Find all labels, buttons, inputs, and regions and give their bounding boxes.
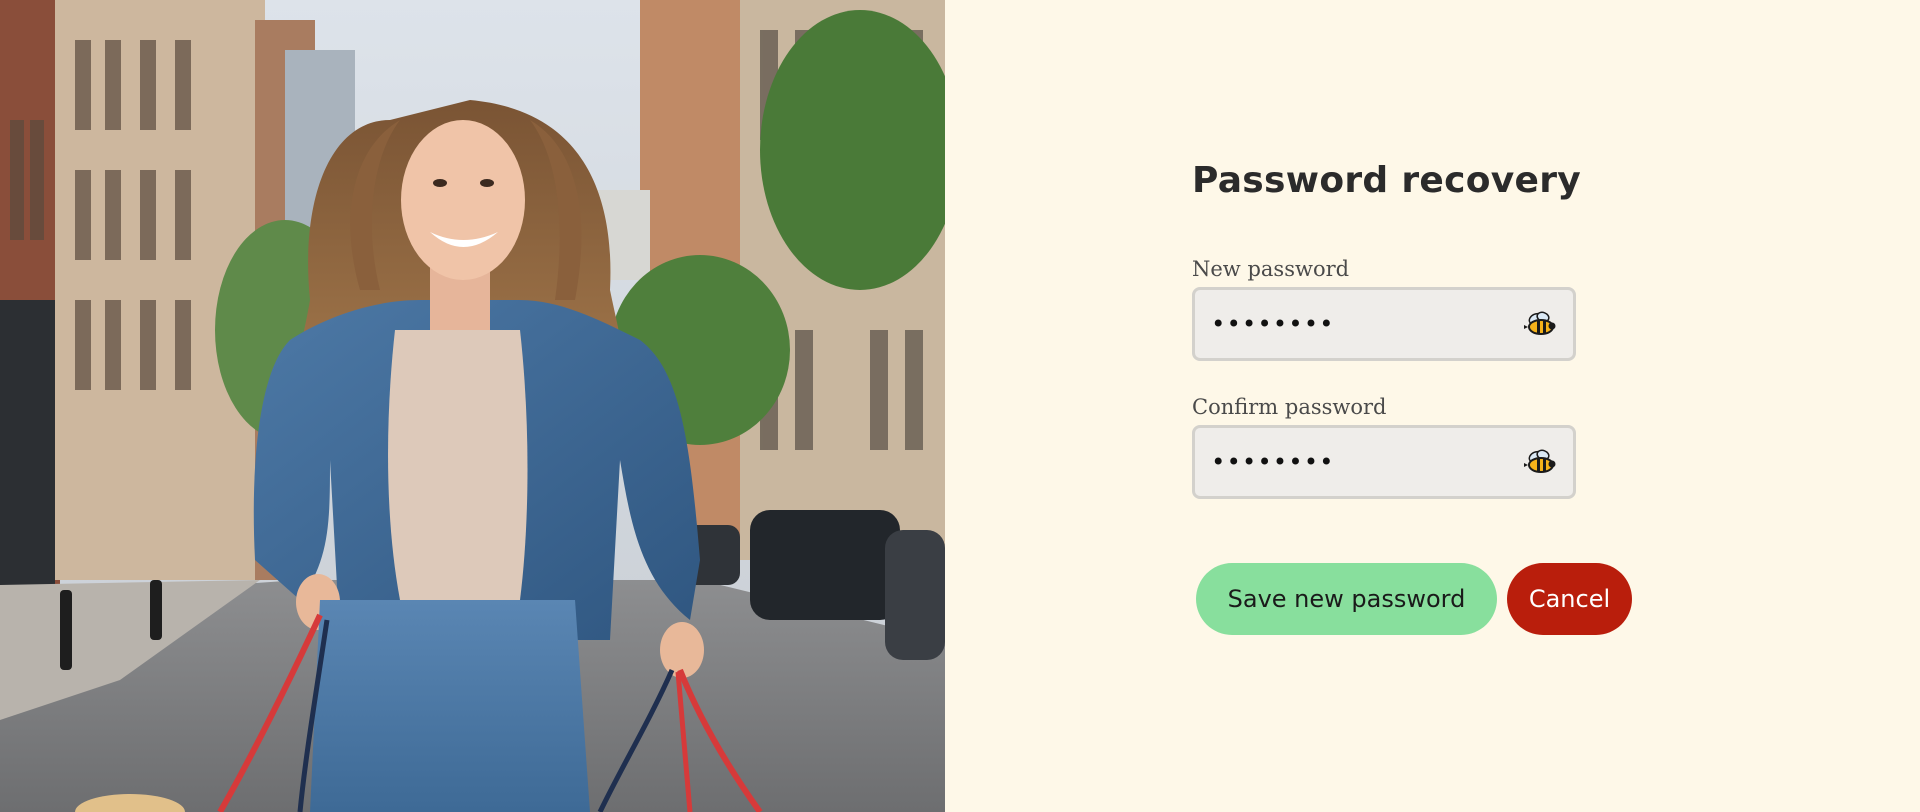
save-new-password-button[interactable]: Save new password (1196, 563, 1497, 635)
cancel-button[interactable]: Cancel (1506, 563, 1632, 635)
password-recovery-form: Password recovery New password •••••••• … (1192, 160, 1632, 635)
confirm-password-label: Confirm password (1192, 395, 1387, 419)
new-password-input[interactable] (1195, 290, 1573, 358)
new-password-field: New password (1192, 257, 1632, 361)
recovery-panel: Password recovery New password •••••••• … (945, 0, 1920, 812)
confirm-password-input-wrapper (1192, 425, 1576, 499)
page-title: Password recovery (1192, 160, 1582, 201)
password-recovery-screen: Password recovery New password •••••••• … (0, 0, 1920, 812)
bee-icon-graphic (1524, 449, 1556, 473)
form-actions: Save new password Cancel (1196, 563, 1632, 635)
new-password-input-wrapper (1192, 287, 1576, 361)
confirm-password-field: Confirm password (1192, 395, 1632, 499)
hero-photo-illustration (0, 0, 945, 812)
bee-icon[interactable] (1523, 447, 1559, 477)
bee-icon[interactable] (1523, 309, 1559, 339)
hero-photo (0, 0, 945, 812)
bee-icon-graphic (1524, 311, 1556, 335)
confirm-password-input[interactable] (1195, 428, 1573, 496)
new-password-label: New password (1192, 257, 1350, 281)
